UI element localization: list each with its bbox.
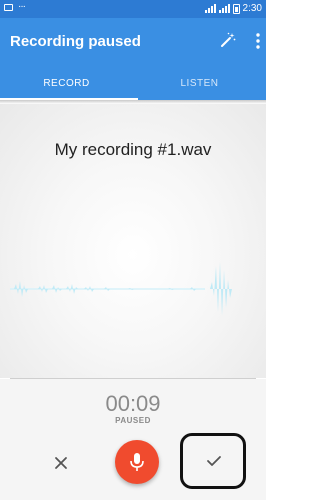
mic-icon [130,453,144,471]
elapsed-timer: 00:09 [105,391,161,416]
signal-icon [218,4,230,13]
recording-file-name[interactable]: My recording #1.wav [0,140,266,160]
done-check-icon[interactable] [204,452,224,470]
tab-listen[interactable]: LISTEN [133,66,266,100]
discard-icon[interactable] [50,452,72,474]
tab-record[interactable]: RECORD [0,66,133,100]
page-title: Recording paused [10,33,141,50]
app-bar: Recording paused [0,18,266,66]
signal-icon [204,4,216,13]
status-bar: ··· 2:30 [0,0,266,18]
recording-area: My recording #1.wav [0,104,266,378]
magic-wand-icon[interactable] [220,32,236,48]
notification-box-icon [4,3,13,11]
status-time: 2:30 [242,3,262,14]
waveform [10,262,232,316]
overflow-menu-icon[interactable] [255,32,261,50]
battery-icon [232,3,240,14]
tab-bar: RECORD LISTEN [0,66,266,100]
record-button[interactable] [115,440,159,484]
recording-state-label: PAUSED [115,416,151,425]
more-dots-icon: ··· [18,1,26,12]
